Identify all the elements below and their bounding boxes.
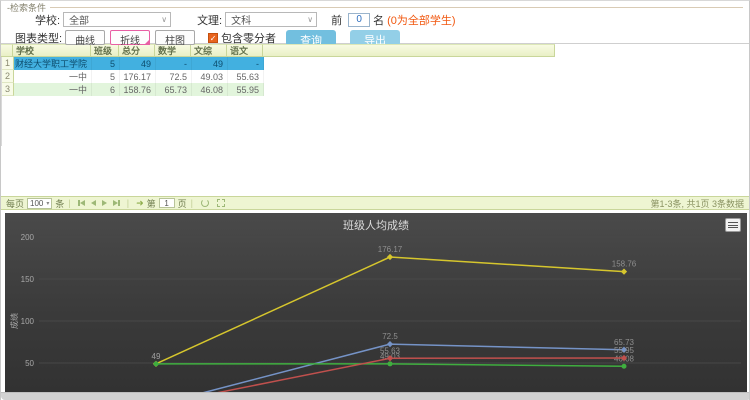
table-cell: 49.03 xyxy=(192,70,228,83)
search-panel-legend: -检索条件 xyxy=(7,3,743,11)
table-cell: 6 xyxy=(92,83,120,96)
school-select-value: 全部 xyxy=(69,12,89,27)
table-cell: 5 xyxy=(92,70,120,83)
track-label: 文理: xyxy=(197,12,222,28)
table-cell: 46.08 xyxy=(192,83,228,96)
data-label: 55.63 xyxy=(380,346,401,355)
search-panel: -检索条件 学校: 全部 ∨ 文理: 文科 ∨ 前 名 (0为全部学生) 图表类… xyxy=(1,1,749,43)
data-label: 72.5 xyxy=(382,332,398,341)
column-header[interactable]: 文综 xyxy=(191,44,227,57)
include-zero-checkbox[interactable]: ✓ xyxy=(208,33,218,43)
school-select[interactable]: 全部 ∨ xyxy=(63,12,171,27)
grid-empty-area xyxy=(1,146,749,196)
first-page-icon[interactable] xyxy=(78,200,85,206)
y-axis-tick-label: 200 xyxy=(21,233,35,242)
chart-type-bar-button[interactable]: 柱图 xyxy=(155,30,195,45)
per-page-label: 每页 xyxy=(6,197,24,210)
table-cell: 49 xyxy=(120,57,156,70)
top-n-hint: (0为全部学生) xyxy=(387,12,455,28)
data-label: 176.17 xyxy=(378,245,403,254)
next-page-icon[interactable] xyxy=(102,200,107,206)
y-axis-title: 成绩 xyxy=(9,313,19,329)
page-number-input[interactable] xyxy=(159,198,175,208)
class-average-chart: 班级人均成绩 050100150200成绩56249176.17158.7607… xyxy=(5,213,747,400)
row-number: 2 xyxy=(2,70,14,83)
expand-icon[interactable] xyxy=(217,199,225,207)
data-label: 49 xyxy=(152,352,161,361)
column-header[interactable]: 语文 xyxy=(227,44,263,57)
goto-page-icon: ➜ xyxy=(136,198,144,209)
data-point xyxy=(621,269,627,275)
table-cell: 55.95 xyxy=(228,83,264,96)
per-page-unit: 条 xyxy=(55,197,64,210)
data-point xyxy=(154,361,159,366)
table-row[interactable]: 1财经大学职工学院549-49- xyxy=(2,57,749,70)
header-rownum[interactable] xyxy=(1,44,13,57)
y-axis-tick-label: 100 xyxy=(21,317,35,326)
pager-separator: | xyxy=(191,198,193,208)
chevron-down-icon: ∨ xyxy=(307,15,313,24)
horizontal-scrollbar[interactable] xyxy=(1,392,750,400)
top-n-input[interactable] xyxy=(348,13,370,27)
track-select-value: 文科 xyxy=(231,12,251,27)
pager-bar: 每页 100 ▾ 条 | | ➜ 第 页 | 第1-3条, 共1页 3条数据 xyxy=(1,196,749,210)
table-cell: 65.73 xyxy=(156,83,192,96)
pager-separator: | xyxy=(68,198,70,208)
data-label: 158.76 xyxy=(612,260,637,269)
table-cell: 55.63 xyxy=(228,70,264,83)
table-cell: 财经大学职工学院 xyxy=(14,57,92,70)
table-cell: - xyxy=(228,57,264,70)
table-cell: 5 xyxy=(92,57,120,70)
per-page-value: 100 xyxy=(30,199,43,208)
table-cell: 72.5 xyxy=(156,70,192,83)
column-header[interactable]: 班级 xyxy=(91,44,119,57)
last-page-icon[interactable] xyxy=(113,200,120,206)
legend-divider-line xyxy=(50,7,743,8)
data-point xyxy=(622,364,627,369)
score-query-page: -检索条件 学校: 全部 ∨ 文理: 文科 ∨ 前 名 (0为全部学生) 图表类… xyxy=(0,0,750,400)
results-grid: 学校班级总分数学文综语文 1财经大学职工学院549-49-2一中5176.177… xyxy=(1,43,749,210)
top-n-unit: 名 xyxy=(373,12,384,28)
table-cell: 158.76 xyxy=(120,83,156,96)
header-filler xyxy=(263,44,555,57)
table-row[interactable]: 2一中5176.1772.549.0355.63 xyxy=(2,70,749,83)
data-label: 55.95 xyxy=(614,346,635,355)
data-point xyxy=(387,254,393,260)
chart-type-curve-button[interactable]: 曲线 xyxy=(65,30,105,45)
grid-body: 1财经大学职工学院549-49-2一中5176.1772.549.0355.63… xyxy=(1,57,749,146)
chevron-down-icon: ▾ xyxy=(46,200,49,207)
pager-record-info: 第1-3条, 共1页 3条数据 xyxy=(650,197,744,210)
per-page-select[interactable]: 100 ▾ xyxy=(27,198,52,209)
y-axis-tick-label: 50 xyxy=(25,359,34,368)
row-number: 3 xyxy=(2,83,14,96)
table-cell: 49 xyxy=(192,57,228,70)
page-suffix-label: 页 xyxy=(178,197,187,210)
chevron-down-icon: ∨ xyxy=(161,15,167,24)
table-row[interactable]: 3一中6158.7665.7346.0855.95 xyxy=(2,83,749,96)
prev-page-icon[interactable] xyxy=(91,200,96,206)
school-label: 学校: xyxy=(35,12,60,28)
line-plot: 050100150200成绩56249176.17158.76072.565.7… xyxy=(5,213,747,400)
row-number: 1 xyxy=(2,57,14,70)
refresh-icon[interactable] xyxy=(201,199,209,207)
table-cell: 一中 xyxy=(14,83,92,96)
data-point xyxy=(388,361,393,366)
chart-type-line-button[interactable]: 折线 xyxy=(110,30,150,45)
grid-header-row: 学校班级总分数学文综语文 xyxy=(1,44,749,57)
page-prefix-label: 第 xyxy=(147,197,156,210)
table-cell: 176.17 xyxy=(120,70,156,83)
table-cell: 一中 xyxy=(14,70,92,83)
pager-separator: | xyxy=(127,198,129,208)
top-n-label: 前 xyxy=(331,12,342,28)
table-cell: - xyxy=(156,57,192,70)
y-axis-tick-label: 150 xyxy=(21,275,35,284)
track-select[interactable]: 文科 ∨ xyxy=(225,12,317,27)
